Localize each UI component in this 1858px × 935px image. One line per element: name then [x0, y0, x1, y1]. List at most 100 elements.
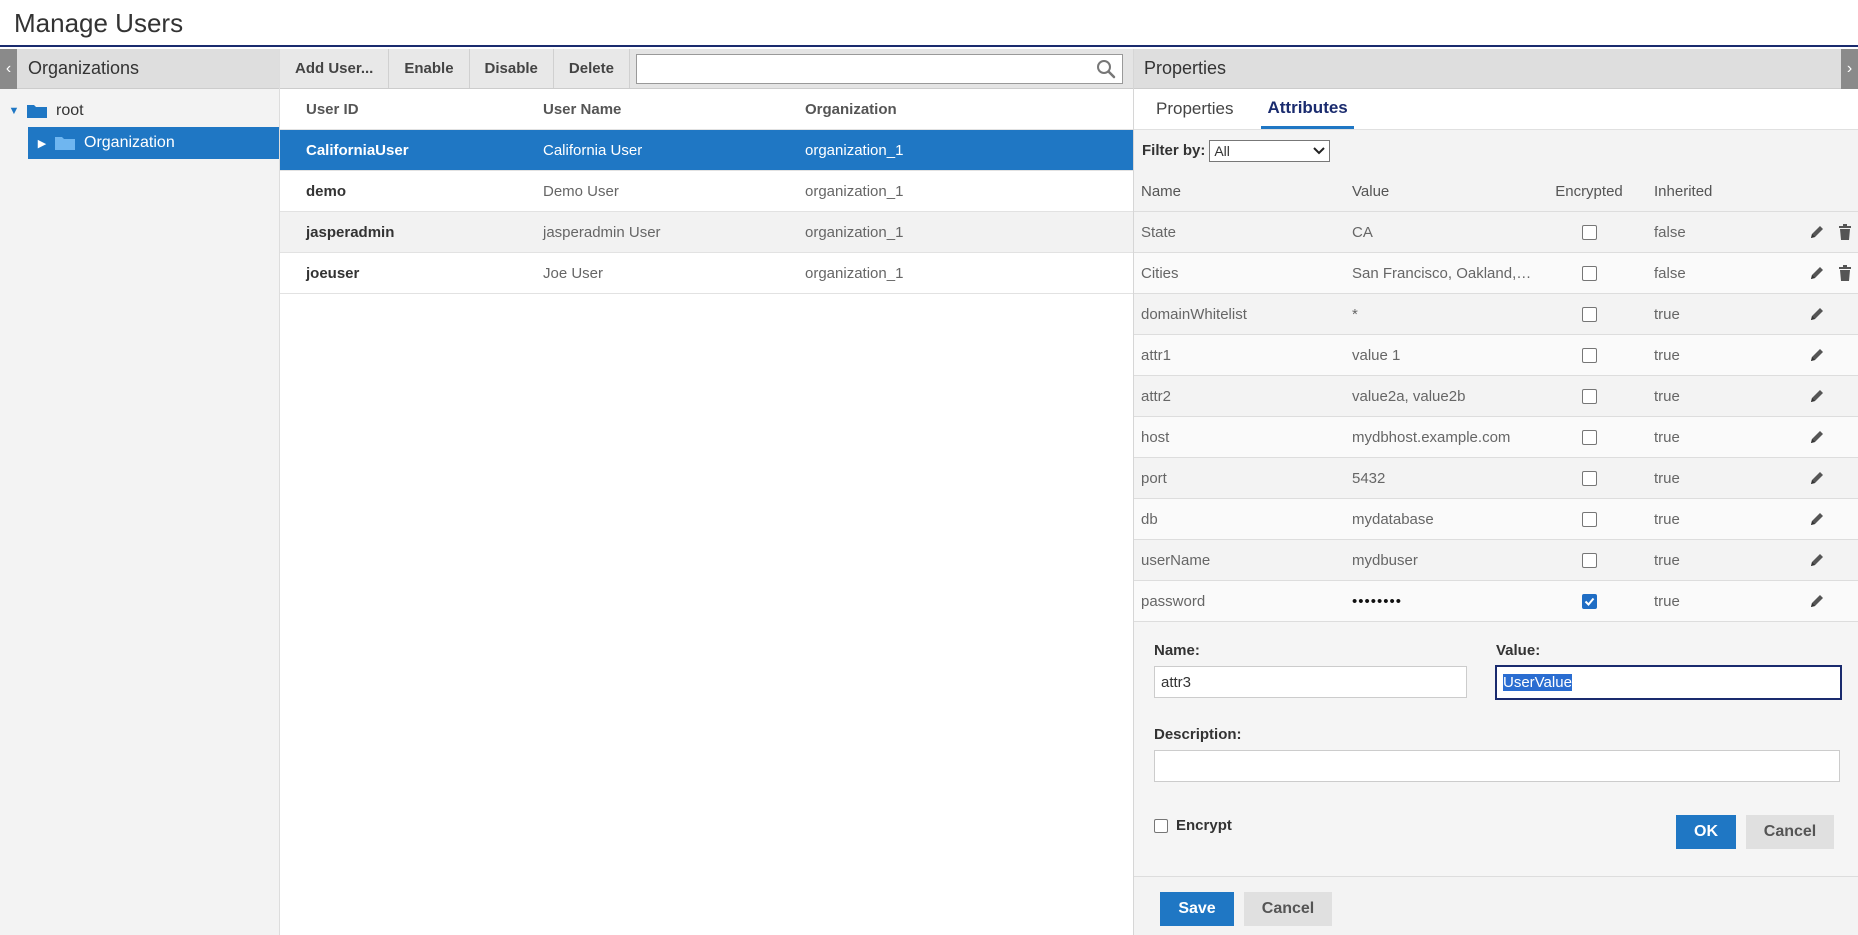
column-header-organization[interactable]: Organization — [805, 101, 1105, 118]
table-row[interactable]: demo Demo User organization_1 — [280, 171, 1133, 212]
filter-selected-value: All — [1214, 142, 1230, 159]
value-field[interactable]: UserValue — [1495, 665, 1842, 700]
attribute-inherited-cell: true — [1654, 592, 1680, 610]
encrypted-checkbox[interactable] — [1581, 347, 1597, 363]
table-row[interactable]: Cities San Francisco, Oakland, San Jose fa… — [1134, 253, 1858, 294]
attribute-value-cell: •••••••• — [1352, 592, 1403, 610]
name-field[interactable]: attr3 — [1154, 666, 1467, 698]
attribute-inherited-cell: true — [1654, 510, 1680, 528]
encrypted-checkbox[interactable] — [1581, 552, 1597, 568]
organization-cell: organization_1 — [805, 264, 904, 282]
row-actions — [1768, 264, 1858, 282]
attribute-name-cell: Cities — [1141, 264, 1179, 282]
trash-icon[interactable] — [1836, 264, 1854, 282]
row-actions — [1768, 510, 1858, 528]
organization-cell: organization_1 — [805, 141, 904, 159]
attribute-name-cell: host — [1141, 428, 1170, 446]
ok-button[interactable]: OK — [1676, 815, 1736, 849]
organizations-header: ‹ Organizations — [0, 49, 279, 89]
edit-pencil-icon[interactable] — [1808, 223, 1826, 241]
attribute-value-cell: value2a, value2b — [1352, 387, 1466, 405]
edit-pencil-icon[interactable] — [1808, 264, 1826, 282]
column-header-encrypted: Encrypted — [1555, 182, 1623, 200]
expanded-triangle-icon[interactable]: ▼ — [6, 105, 22, 117]
table-row[interactable]: userName mydbuser true — [1134, 540, 1858, 581]
add-user-button[interactable]: Add User... — [280, 49, 390, 88]
attribute-name-cell: port — [1141, 469, 1167, 487]
encrypted-checkbox[interactable] — [1581, 470, 1597, 486]
user-id-cell: joeuser — [306, 264, 360, 282]
search-input[interactable] — [636, 55, 1122, 83]
table-row[interactable]: password •••••••• true — [1134, 581, 1858, 622]
column-header-value: Value — [1352, 182, 1390, 200]
table-row[interactable]: jasperadmin jasperadmin User organizatio… — [280, 212, 1133, 253]
table-row[interactable]: attr2 value2a, value2b true — [1134, 376, 1858, 417]
user-name-cell: California User — [543, 141, 643, 159]
edit-pencil-icon[interactable] — [1808, 346, 1826, 364]
encrypted-checkbox[interactable] — [1581, 511, 1597, 527]
attribute-inherited-cell: true — [1654, 551, 1680, 569]
user-name-cell: Joe User — [543, 264, 604, 282]
save-button[interactable]: Save — [1160, 892, 1234, 926]
delete-button[interactable]: Delete — [553, 49, 630, 88]
encrypted-checkbox[interactable] — [1581, 306, 1597, 322]
search-icon[interactable] — [1096, 59, 1116, 79]
edit-pencil-icon[interactable] — [1808, 469, 1826, 487]
collapsed-triangle-icon[interactable]: ▶ — [34, 137, 50, 150]
row-actions — [1768, 428, 1858, 446]
edit-pencil-icon[interactable] — [1808, 592, 1826, 610]
table-row[interactable]: port 5432 true — [1134, 458, 1858, 499]
attribute-value-cell: CA — [1352, 223, 1373, 241]
table-row[interactable]: domainWhitelist * true — [1134, 294, 1858, 335]
tab-attributes[interactable]: Attributes — [1261, 89, 1354, 129]
description-field[interactable] — [1154, 750, 1840, 782]
table-row[interactable]: host mydbhost.example.com true — [1134, 417, 1858, 458]
encrypted-checkbox[interactable] — [1581, 429, 1597, 445]
edit-pencil-icon[interactable] — [1808, 387, 1826, 405]
edit-pencil-icon[interactable] — [1808, 428, 1826, 446]
attribute-inherited-cell: true — [1654, 428, 1680, 446]
column-header-user-id[interactable]: User ID — [280, 101, 543, 118]
cancel-button[interactable]: Cancel — [1244, 892, 1332, 926]
table-row[interactable]: joeuser Joe User organization_1 — [280, 253, 1133, 294]
attribute-inherited-cell: true — [1654, 346, 1680, 364]
organization-cell: organization_1 — [805, 182, 904, 200]
edit-pencil-icon[interactable] — [1808, 510, 1826, 528]
disable-button[interactable]: Disable — [469, 49, 554, 88]
encrypted-checkbox[interactable] — [1581, 265, 1597, 281]
page-title: Manage Users — [14, 8, 184, 38]
tree-node-root[interactable]: ▼ root — [0, 95, 279, 127]
organization-cell: organization_1 — [805, 223, 904, 241]
row-actions — [1768, 592, 1858, 610]
table-row[interactable]: attr1 value 1 true — [1134, 335, 1858, 376]
edit-pencil-icon[interactable] — [1808, 551, 1826, 569]
enable-button[interactable]: Enable — [389, 49, 470, 88]
attribute-name-cell: domainWhitelist — [1141, 305, 1247, 323]
form-cancel-button[interactable]: Cancel — [1746, 815, 1834, 849]
encrypted-checkbox[interactable] — [1581, 224, 1597, 240]
folder-icon — [55, 137, 75, 150]
row-actions — [1768, 346, 1858, 364]
table-row[interactable]: State CA false — [1134, 212, 1858, 253]
edit-pencil-icon[interactable] — [1808, 305, 1826, 323]
attribute-inherited-cell: false — [1654, 223, 1686, 241]
row-actions — [1768, 223, 1858, 241]
filter-select[interactable]: All — [1209, 139, 1331, 162]
table-row[interactable]: db mydatabase true — [1134, 499, 1858, 540]
collapse-left-panel-button[interactable]: ‹ — [0, 49, 17, 89]
encrypt-checkbox[interactable] — [1154, 818, 1168, 833]
table-row[interactable]: CaliforniaUser California User organizat… — [280, 130, 1133, 171]
column-header-user-name[interactable]: User Name — [543, 101, 805, 118]
attribute-name-cell: attr2 — [1141, 387, 1172, 405]
trash-icon[interactable] — [1836, 223, 1854, 241]
organizations-panel: ‹ Organizations ▼ root ▶ Organization — [0, 49, 280, 935]
collapse-right-panel-button[interactable]: › — [1841, 49, 1858, 89]
tab-properties[interactable]: Properties — [1150, 89, 1239, 129]
name-label: Name: — [1154, 642, 1200, 659]
user-id-cell: demo — [306, 182, 347, 200]
user-name-cell: Demo User — [543, 182, 619, 200]
encrypted-checkbox[interactable] — [1581, 388, 1597, 404]
tree-node-organization[interactable]: ▶ Organization — [28, 127, 279, 159]
encrypted-checkbox[interactable] — [1581, 593, 1597, 609]
user-id-cell: CaliforniaUser — [306, 141, 409, 159]
